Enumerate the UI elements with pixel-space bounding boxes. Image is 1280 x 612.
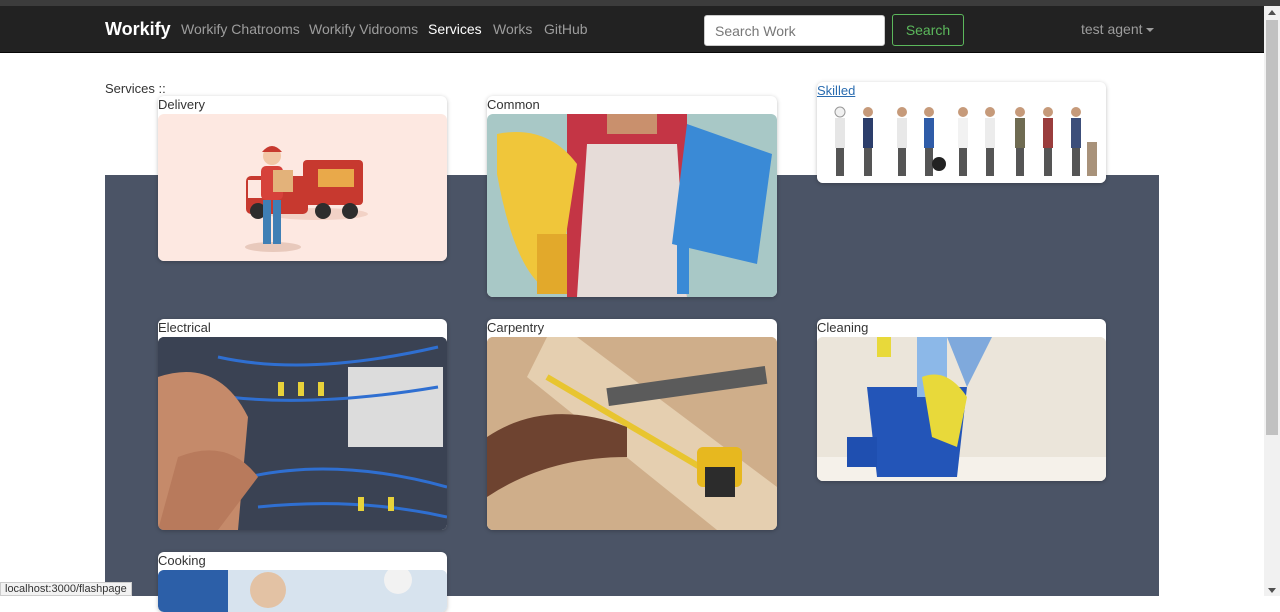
search-input[interactable] [704, 15, 885, 46]
services-heading: Services :: [105, 81, 166, 96]
card-title: Carpentry [487, 320, 545, 335]
cleaning-image [817, 337, 1106, 481]
user-name: test agent [1081, 21, 1143, 37]
search-button[interactable]: Search [892, 14, 964, 46]
service-card-carpentry[interactable]: Carpentry [487, 319, 777, 530]
electrical-image [158, 337, 447, 530]
nav-link-vidrooms[interactable]: Workify Vidrooms [309, 21, 418, 37]
card-title-link[interactable]: Skilled [817, 82, 855, 100]
brand-link[interactable]: Workify [105, 19, 171, 40]
delivery-image [158, 114, 447, 261]
cooking-image [158, 570, 447, 612]
service-card-skilled[interactable]: Skilled [817, 82, 1106, 183]
card-title: Common [487, 97, 540, 112]
scroll-thumb[interactable] [1266, 20, 1278, 435]
common-image [487, 114, 777, 297]
service-card-cooking[interactable]: Cooking [158, 552, 447, 612]
scroll-up-arrow-icon[interactable] [1268, 10, 1276, 15]
scroll-down-arrow-icon[interactable] [1268, 588, 1276, 593]
service-card-cleaning[interactable]: Cleaning [817, 319, 1106, 481]
browser-status-url: localhost:3000/flashpage [0, 582, 132, 596]
nav-link-works[interactable]: Works [493, 21, 532, 37]
user-menu[interactable]: test agent [1081, 21, 1154, 37]
service-card-delivery[interactable]: Delivery [158, 96, 447, 261]
card-title: Cooking [158, 553, 206, 568]
card-title: Delivery [158, 97, 205, 112]
carpentry-image [487, 337, 777, 530]
skilled-image [817, 102, 1106, 183]
card-title: Cleaning [817, 320, 869, 335]
caret-down-icon [1145, 28, 1154, 33]
nav-link-services[interactable]: Services [428, 21, 482, 37]
vertical-scrollbar[interactable] [1264, 6, 1280, 596]
navbar: Workify Workify Chatrooms Workify Vidroo… [0, 6, 1280, 53]
nav-link-github[interactable]: GitHub [544, 21, 588, 37]
card-title: Electrical [158, 320, 211, 335]
service-card-electrical[interactable]: Electrical [158, 319, 447, 530]
service-card-common[interactable]: Common [487, 96, 777, 297]
nav-link-chatrooms[interactable]: Workify Chatrooms [181, 21, 300, 37]
